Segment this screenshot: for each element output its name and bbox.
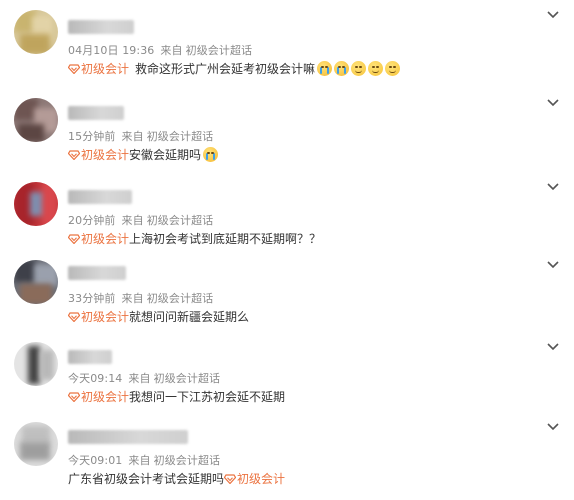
source-prefix: 来自	[121, 130, 144, 143]
post-content: 初级会计 我想问一下江苏初会延不延期	[68, 388, 285, 405]
post-time: 04月10日 19:36	[68, 44, 155, 57]
smiling-face-icon	[385, 61, 401, 76]
post-meta: 04月10日 19:36 来自 初级会计超话	[68, 42, 258, 58]
source-link[interactable]: 初级会计超话	[154, 372, 221, 385]
feed-post: 04月10日 19:36 来自 初级会计超话 初级会计 救命这形式广州会延考初级会计…	[0, 0, 574, 90]
topic-tag[interactable]: 初级会计	[68, 146, 129, 163]
topic-tag[interactable]: 初级会计	[68, 230, 129, 247]
source-prefix: 来自	[121, 214, 144, 227]
post-content: 初级会计 救命这形式广州会延考初级会计嘛	[68, 60, 401, 77]
chevron-down-icon[interactable]	[546, 182, 560, 192]
smiling-face-icon	[368, 61, 384, 76]
post-meta: 20分钟前 来自 初级会计超话	[68, 212, 219, 228]
post-meta: 今天09:14 来自 初级会计超话	[68, 370, 226, 386]
post-time: 今天09:01	[68, 454, 123, 467]
chevron-down-icon[interactable]	[546, 422, 560, 432]
post-time: 15分钟前	[68, 130, 116, 143]
source-prefix: 来自	[121, 292, 144, 305]
topic-tag[interactable]: 初级会计	[68, 308, 129, 325]
post-text: 就想问问新疆会延期么	[129, 310, 250, 324]
comment-feed: 04月10日 19:36 来自 初级会计超话 初级会计 救命这形式广州会延考初级会计…	[0, 0, 574, 500]
post-text: 救命这形式广州会延考初级会计嘛	[135, 62, 316, 76]
avatar[interactable]	[14, 10, 58, 54]
post-text: 广东省初级会计考试会延期吗	[68, 472, 225, 486]
post-time: 20分钟前	[68, 214, 116, 227]
post-content: 初级会计 上海初会考试到底延期不延期啊？？	[68, 230, 321, 247]
chevron-down-icon[interactable]	[546, 342, 560, 352]
avatar[interactable]	[14, 98, 58, 142]
crying-face-icon	[334, 61, 350, 76]
chevron-down-icon[interactable]	[546, 98, 560, 108]
crying-face-icon	[203, 147, 219, 162]
smiling-face-icon	[351, 61, 367, 76]
post-time: 今天09:14	[68, 372, 123, 385]
post-meta: 15分钟前 来自 初级会计超话	[68, 128, 219, 144]
feed-post: 今天09:14 来自 初级会计超话 初级会计 我想问一下江苏初会延不延期	[0, 336, 574, 416]
super-topic-diamond-icon	[68, 311, 80, 322]
source-prefix: 来自	[128, 372, 151, 385]
super-topic-diamond-icon	[68, 63, 80, 74]
post-content: 广东省初级会计考试会延期吗 初级会计	[68, 470, 285, 487]
super-topic-diamond-icon	[68, 149, 80, 160]
topic-tag-label: 初级会计	[81, 232, 130, 246]
post-content: 初级会计 就想问问新疆会延期么	[68, 308, 249, 325]
post-time: 33分钟前	[68, 292, 116, 305]
feed-post: 今天09:01 来自 初级会计超话 广东省初级会计考试会延期吗 初级会计	[0, 416, 574, 500]
super-topic-diamond-icon	[68, 233, 80, 244]
chevron-down-icon[interactable]	[546, 260, 560, 270]
topic-tag-label: 初级会计	[237, 472, 286, 486]
source-prefix: 来自	[128, 454, 151, 467]
super-topic-diamond-icon	[68, 391, 80, 402]
username-blurred[interactable]	[68, 190, 132, 204]
topic-tag[interactable]: 初级会计	[224, 470, 285, 487]
username-blurred[interactable]	[68, 430, 188, 444]
username-blurred[interactable]	[68, 266, 126, 280]
post-text: 上海初会考试到底延期不延期啊？？	[129, 232, 322, 246]
topic-tag[interactable]: 初级会计	[68, 388, 129, 405]
source-link[interactable]: 初级会计超话	[186, 44, 253, 57]
username-blurred[interactable]	[68, 106, 124, 120]
topic-tag[interactable]: 初级会计	[68, 60, 129, 77]
super-topic-diamond-icon	[224, 473, 237, 484]
post-content: 初级会计 安徽会延期吗	[68, 146, 219, 163]
feed-post: 15分钟前 来自 初级会计超话 初级会计 安徽会延期吗	[0, 90, 574, 174]
feed-post: 33分钟前 来自 初级会计超话 初级会计 就想问问新疆会延期么	[0, 254, 574, 336]
crying-face-icon	[317, 61, 333, 76]
avatar[interactable]	[14, 182, 58, 226]
avatar[interactable]	[14, 260, 58, 304]
source-prefix: 来自	[160, 44, 183, 57]
source-link[interactable]: 初级会计超话	[147, 292, 214, 305]
post-text: 我想问一下江苏初会延不延期	[129, 390, 286, 404]
post-text: 安徽会延期吗	[129, 148, 202, 162]
username-blurred[interactable]	[68, 20, 134, 34]
username-blurred[interactable]	[68, 350, 112, 364]
feed-post: 20分钟前 来自 初级会计超话 初级会计 上海初会考试到底延期不延期啊？？	[0, 174, 574, 254]
avatar[interactable]	[14, 422, 58, 466]
avatar[interactable]	[14, 342, 58, 386]
topic-tag-label: 初级会计	[81, 390, 130, 404]
post-meta: 今天09:01 来自 初级会计超话	[68, 452, 226, 468]
chevron-down-icon[interactable]	[546, 10, 560, 20]
source-link[interactable]: 初级会计超话	[147, 214, 214, 227]
source-link[interactable]: 初级会计超话	[147, 130, 214, 143]
topic-tag-label: 初级会计	[81, 62, 130, 76]
topic-tag-label: 初级会计	[81, 148, 130, 162]
post-meta: 33分钟前 来自 初级会计超话	[68, 290, 219, 306]
source-link[interactable]: 初级会计超话	[154, 454, 221, 467]
topic-tag-label: 初级会计	[81, 310, 130, 324]
